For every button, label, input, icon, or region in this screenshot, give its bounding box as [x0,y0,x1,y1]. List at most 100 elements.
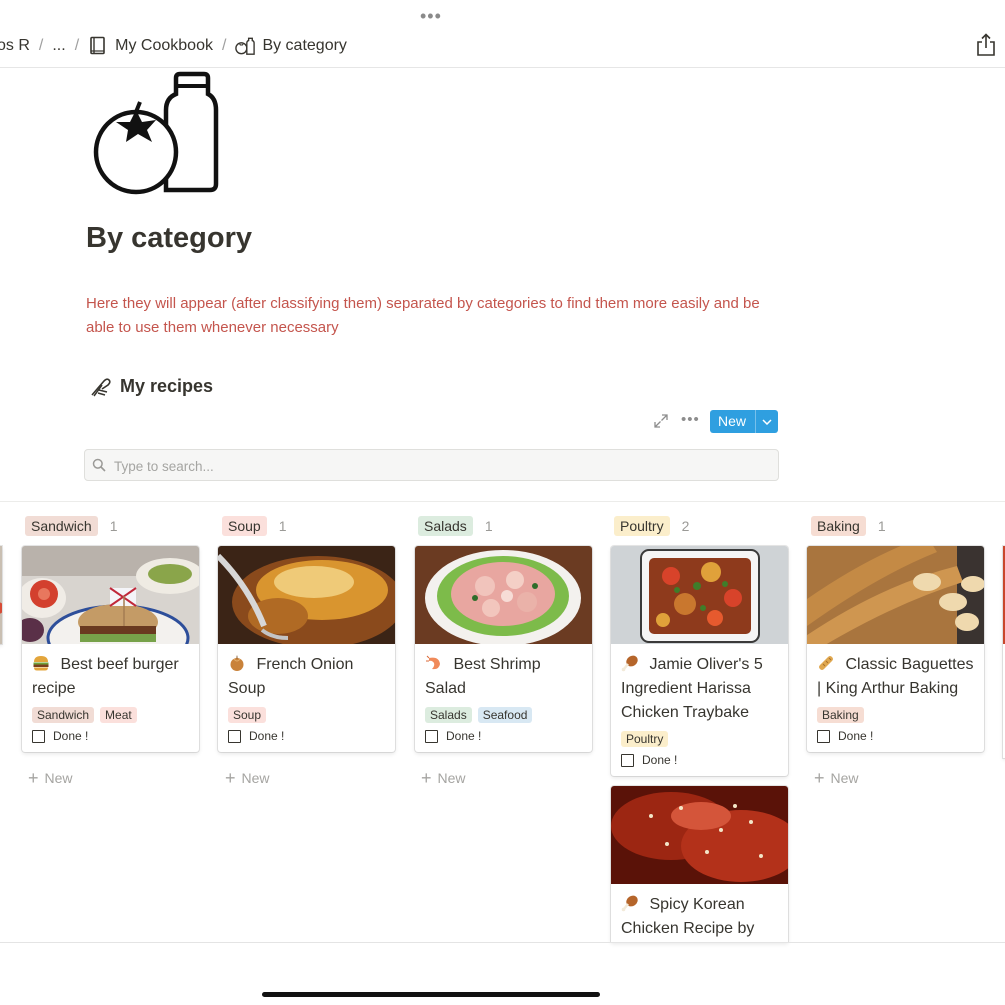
divider [0,942,1005,943]
poultry-leg-icon [621,655,638,672]
column-count: 1 [109,518,118,534]
tag: Salads [425,707,472,723]
column-header-baking[interactable]: Baking 1 [811,516,886,536]
column-count: 1 [484,518,493,534]
tag: Sandwich [32,707,95,723]
card-tags: Soup [218,701,395,723]
tomato-bottle-icon[interactable] [92,70,222,198]
done-property: Done ! [22,723,199,752]
tomato-bottle-icon [235,36,256,56]
cover-image [218,546,395,644]
recipe-card[interactable]: Spicy Korean Chicken Recipe by [611,786,788,942]
share-icon[interactable] [975,33,997,57]
card-title: French Onion Soup [228,655,354,697]
column-header-sandwich[interactable]: Sandwich 1 [25,516,118,536]
cover-image [415,546,592,644]
search-bar [84,449,779,481]
new-button[interactable]: New [710,410,755,433]
done-label: Done ! [838,729,874,743]
tag: Seafood [477,707,533,723]
cover-image [807,546,984,644]
more-options-button[interactable]: ••• [681,411,700,428]
column-label: Poultry [614,516,670,536]
breadcrumb-item-by-category[interactable]: By category [262,37,346,55]
search-input[interactable] [112,455,756,477]
section-heading: My recipes [90,376,213,397]
breadcrumb-separator: / [221,37,227,54]
column-header-soup[interactable]: Soup 1 [222,516,287,536]
card-title: Jamie Oliver's 5 Ingredient Harissa Chic… [611,644,788,725]
done-label: Done ! [446,729,482,743]
add-new-card-button[interactable]: + New [28,768,73,788]
column-header-salads[interactable]: Salads 1 [418,516,493,536]
book-icon [88,36,108,56]
card-tags: Sandwich Meat [22,701,199,723]
column-header-poultry[interactable]: Poultry 2 [614,516,689,536]
done-property: Done ! [415,723,592,752]
home-indicator[interactable] [262,992,600,997]
card-tags: Salads Seafood [415,701,592,723]
recipe-card[interactable]: Best beef burger recipe Sandwich Meat Do… [22,546,199,752]
page-title: By category [86,222,253,254]
tag: Poultry [621,731,669,747]
card-tags: Poultry [611,725,788,747]
tag: Soup [228,707,267,723]
plus-icon: + [421,768,432,788]
recipe-card[interactable]: Jamie Oliver's 5 Ingredient Harissa Chic… [611,546,788,776]
tag: Baking [817,707,864,723]
poultry-leg-icon [621,895,638,912]
recipe-card[interactable]: French Onion Soup Soup Done ! [218,546,395,752]
breadcrumb-item-my-cookbook[interactable]: My Cookbook [115,37,213,55]
breadcrumb: os R / ... / My Cookbook / By category [0,36,347,56]
burger-icon [33,656,49,671]
cover-image [611,786,788,884]
done-checkbox[interactable] [228,729,241,743]
card-title: Best beef burger recipe [32,656,179,697]
card-title: Classic Baguettes | King Arthur Baking [817,656,974,697]
cover-image [611,546,788,644]
breadcrumb-item-ellipsis[interactable]: ... [52,37,65,55]
onion-icon [230,655,244,671]
search-icon [92,458,106,472]
done-checkbox[interactable] [817,729,830,743]
breadcrumb-separator: / [74,37,80,54]
column-label: Salads [418,516,473,536]
new-button-group: New [710,410,779,433]
column-count: 2 [681,518,690,534]
shrimp-icon [426,655,440,670]
card-title: Best Shrimp Salad [425,655,541,697]
window-handle-dots[interactable]: ••• [420,6,442,27]
plus-icon: + [28,768,39,788]
cutlery-icon [91,377,111,396]
column-count: 1 [278,518,287,534]
partial-card[interactable] [0,546,4,644]
done-property: Done ! [218,723,395,752]
done-property: Done ! [611,747,788,776]
column-label: Baking [811,516,866,536]
done-checkbox[interactable] [32,729,45,743]
add-new-card-button[interactable]: + New [421,768,466,788]
column-label: Soup [222,516,267,536]
breadcrumb-item-workspace[interactable]: os R [0,37,30,55]
column-count: 1 [877,518,886,534]
done-checkbox[interactable] [621,753,634,767]
tag: Meat [100,707,137,723]
done-checkbox[interactable] [425,729,438,743]
chevron-down-icon[interactable] [755,410,778,433]
card-tags: Baking [807,701,984,723]
done-property: Done ! [807,723,984,752]
recipe-card[interactable]: Best Shrimp Salad Salads Seafood Done ! [415,546,592,752]
baguette-icon [819,656,833,670]
add-new-card-button[interactable]: + New [814,768,859,788]
section-title: My recipes [120,376,214,396]
recipe-card[interactable]: Classic Baguettes | King Arthur Baking B… [807,546,984,752]
top-bar: os R / ... / My Cookbook / By category [0,30,1005,68]
done-label: Done ! [53,729,89,743]
divider [0,501,1005,502]
expand-icon[interactable] [654,414,668,428]
breadcrumb-separator: / [38,37,44,54]
plus-icon: + [814,768,825,788]
add-new-card-button[interactable]: + New [225,768,270,788]
plus-icon: + [225,768,236,788]
page-description: Here they will appear (after classifying… [86,295,760,336]
